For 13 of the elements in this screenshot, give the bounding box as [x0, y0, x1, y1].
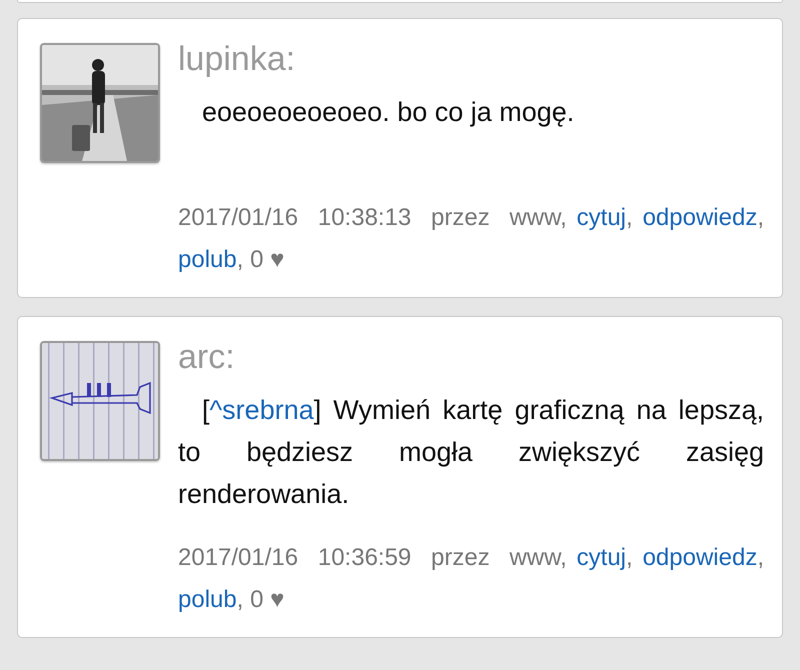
mention-link[interactable]: ^srebrna [210, 395, 314, 425]
username: arc: [178, 337, 236, 378]
reply-link[interactable]: odpowiedz [642, 204, 758, 231]
message-text: eoeoeoeoeoeo. bo co ja mogę. [201, 96, 576, 129]
message-text: [^srebrna] Wymień kartę graficzną na lepszą, to będziesz mogła zwiększyć zasięg renderowania. [178, 394, 764, 511]
username: lupinka: [178, 39, 296, 80]
quote-link[interactable]: cytuj [576, 544, 626, 571]
post-meta: 2017/01/16 10:36:59 przez www, cytuj, odpowiedz, polub, 0 ♥ [178, 543, 764, 615]
quote-link[interactable]: cytuj [576, 204, 626, 231]
reply-link[interactable]: odpowiedz [642, 544, 758, 571]
post-meta: 2017/01/16 10:38:13 przez www, cytuj, odpowiedz, polub, 0 ♥ [178, 203, 764, 275]
like-link[interactable]: polub [178, 586, 237, 613]
like-link[interactable]: polub [178, 246, 237, 273]
